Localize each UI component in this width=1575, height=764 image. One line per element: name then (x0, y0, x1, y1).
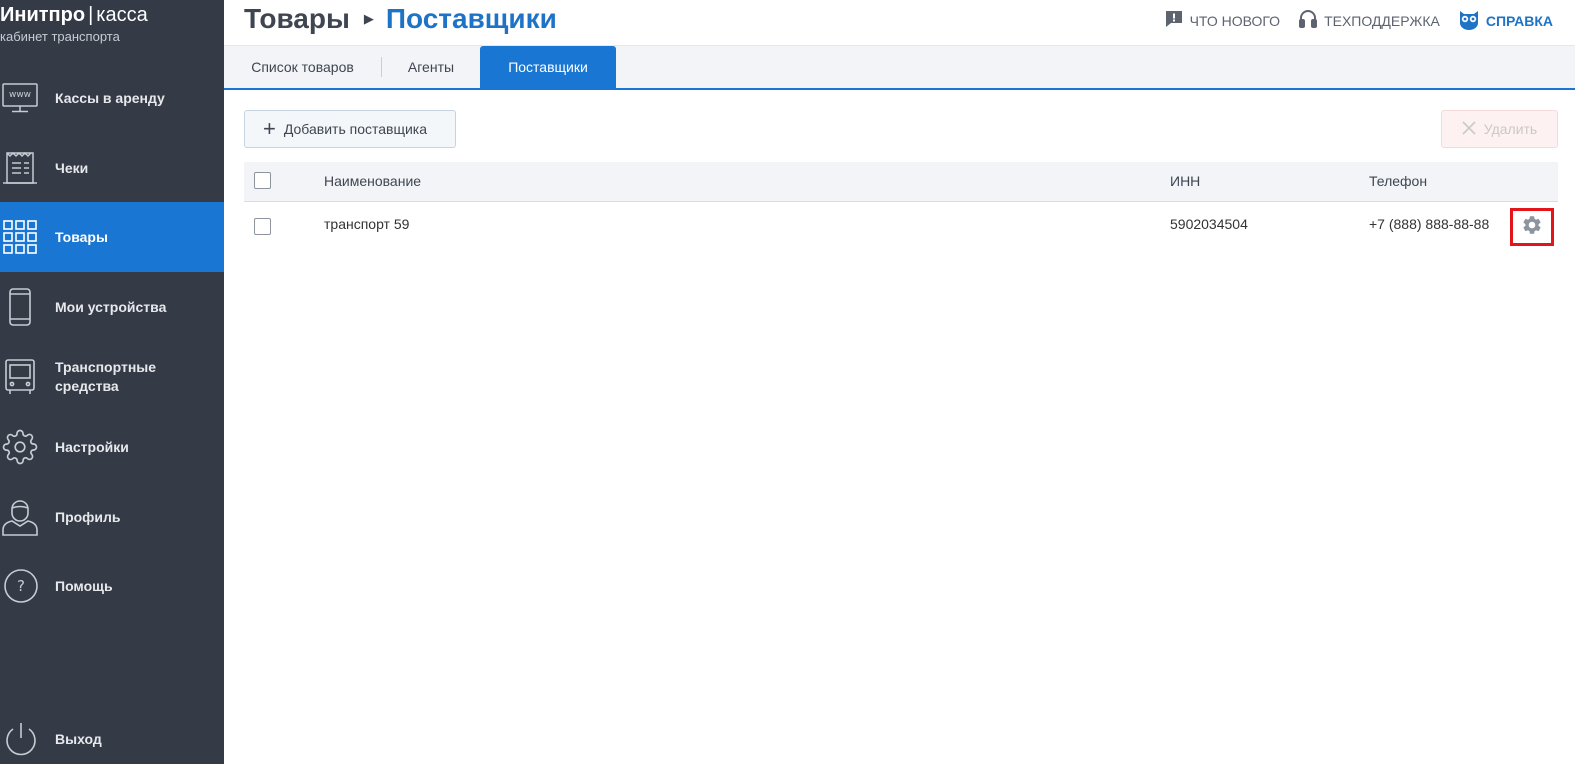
sidebar-item-label: Товары (55, 228, 108, 245)
tab-agents[interactable]: Агенты (382, 46, 480, 88)
sidebar-item-profile[interactable]: Профиль (0, 482, 224, 552)
sidebar-item-settings[interactable]: Настройки (0, 412, 224, 482)
help-icon: ? (0, 566, 40, 606)
breadcrumb-goods[interactable]: Товары (244, 3, 350, 35)
row-name: транспорт 59 (324, 216, 410, 232)
delete-label: Удалить (1483, 121, 1538, 137)
www-monitor-icon: www (0, 78, 40, 118)
page-title: Поставщики (385, 3, 557, 34)
whats-new-link[interactable]: ЧТО НОВОГО (1164, 9, 1280, 32)
bus-icon (0, 357, 40, 397)
sidebar-item-label: Транспортные средства (55, 359, 157, 394)
support-link[interactable]: ТЕХПОДДЕРЖКА (1298, 8, 1440, 33)
tab-suppliers[interactable]: Поставщики (480, 46, 616, 88)
power-icon (0, 719, 40, 759)
sidebar-item-rent-cashbox[interactable]: www Кассы в аренду (0, 63, 224, 133)
breadcrumb-arrow-icon: ▶ (363, 11, 374, 26)
gear-icon (0, 427, 40, 467)
sidebar-item-devices[interactable]: Мои устройства (0, 272, 224, 342)
close-icon (1462, 120, 1476, 138)
sidebar-item-goods[interactable]: Товары (0, 202, 224, 272)
sidebar-item-label: Помощь (55, 577, 113, 594)
sidebar-item-help[interactable]: ? Помощь (0, 551, 224, 621)
breadcrumb: Товары ▶ Поставщики (244, 3, 557, 35)
sidebar: Инитпро | касса кабинет транспорта www Кас… (0, 0, 224, 764)
sidebar-item-label: Кассы в аренду (55, 89, 165, 106)
tab-goods-list[interactable]: Список товаров (224, 46, 381, 88)
message-alert-icon (1164, 9, 1184, 32)
whats-new-label: ЧТО НОВОГО (1189, 12, 1281, 29)
header-links: ЧТО НОВОГО ТЕХПОДДЕРЖКА СПРАВКА (1164, 8, 1553, 33)
delete-button[interactable]: Удалить (1441, 110, 1558, 148)
help-reference-link[interactable]: СПРАВКА (1458, 8, 1553, 33)
brand-name: Инитпро (0, 4, 86, 26)
table-row[interactable]: транспорт 59 5902034504 +7 (888) 888-88-… (244, 202, 1558, 248)
column-header-inn[interactable]: ИНН (1170, 173, 1200, 189)
sidebar-item-receipts[interactable]: Чеки (0, 133, 224, 203)
row-phone: +7 (888) 888-88-88 (1369, 216, 1490, 232)
brand-product: касса (96, 4, 148, 26)
tabs-bar: Список товаров Агенты Поставщики (224, 46, 1575, 90)
brand-subtitle: кабинет транспорта (0, 29, 120, 44)
sidebar-item-label: Выход (55, 730, 102, 747)
sidebar-item-label: Чеки (55, 159, 89, 176)
sidebar-item-logout[interactable]: Выход (0, 704, 224, 764)
receipt-icon (0, 148, 40, 188)
select-all-checkbox[interactable] (254, 172, 271, 189)
brand: Инитпро | касса кабинет транспорта (0, 4, 224, 44)
grid-icon (0, 217, 40, 257)
svg-text:www: www (9, 90, 31, 100)
row-checkbox[interactable] (254, 218, 271, 235)
owl-icon (1458, 8, 1480, 33)
gear-icon (1521, 214, 1543, 241)
add-supplier-label: Добавить поставщика (283, 121, 428, 137)
phone-icon (0, 287, 40, 327)
sidebar-item-vehicles[interactable]: Транспортные средства (0, 342, 224, 412)
help-reference-label: СПРАВКА (1485, 12, 1553, 29)
support-label: ТЕХПОДДЕРЖКА (1324, 12, 1440, 29)
svg-text:?: ? (17, 577, 25, 595)
table-header: Наименование ИНН Телефон (244, 162, 1558, 202)
sidebar-item-label: Настройки (55, 438, 129, 455)
plus-icon: + (263, 116, 276, 141)
header: Товары ▶ Поставщики ЧТО НОВОГО ТЕХПОДДЕР… (224, 0, 1575, 46)
brand-separator: | (88, 4, 94, 26)
row-inn: 5902034504 (1170, 216, 1248, 232)
column-header-phone[interactable]: Телефон (1369, 173, 1427, 189)
add-supplier-button[interactable]: + Добавить поставщика (244, 110, 456, 148)
headset-icon (1298, 8, 1318, 33)
brand-logo[interactable]: Инитпро | касса (0, 4, 224, 27)
row-settings-button[interactable] (1510, 208, 1554, 246)
user-icon (0, 497, 40, 537)
sidebar-item-label: Мои устройства (55, 298, 167, 315)
sidebar-item-label: Профиль (55, 508, 121, 525)
column-header-name[interactable]: Наименование (324, 173, 421, 189)
